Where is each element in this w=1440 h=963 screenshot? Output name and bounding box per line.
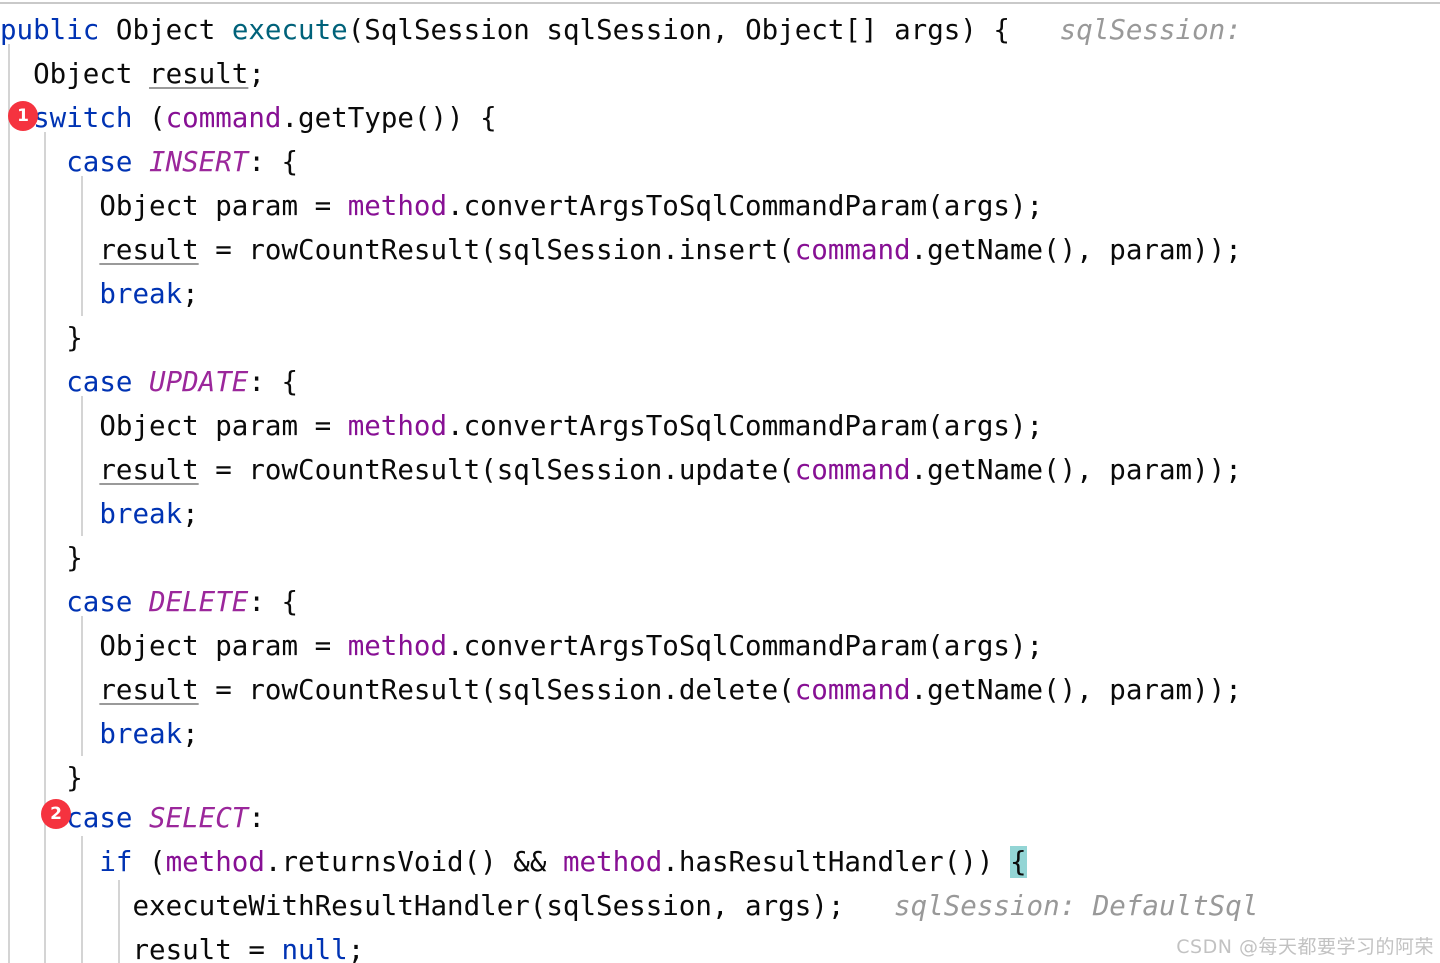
code-token: result xyxy=(149,58,249,90)
code-line[interactable]: switch (command.getType()) { xyxy=(0,96,497,140)
code-token: Object param = xyxy=(0,410,348,442)
code-token: : xyxy=(248,802,265,834)
code-token: null xyxy=(281,934,348,963)
code-token: DELETE xyxy=(149,586,249,618)
code-token: .convertArgsToSqlCommandParam(args); xyxy=(447,410,1044,442)
code-token: break xyxy=(0,718,183,750)
annotation-badge-1: 1 xyxy=(8,101,38,131)
code-line[interactable]: case UPDATE: { xyxy=(0,360,298,404)
code-line[interactable]: Object result; xyxy=(0,52,265,96)
code-token: result xyxy=(132,934,232,963)
code-token: public xyxy=(0,14,116,46)
code-token: case xyxy=(0,586,150,618)
code-token: = rowCountResult(sqlSession.delete( xyxy=(198,674,795,706)
code-line[interactable]: break; xyxy=(0,712,199,756)
code-token: INSERT xyxy=(149,146,249,178)
csdn-watermark: CSDN @每天都要学习的阿荣 xyxy=(1176,936,1434,958)
code-line[interactable]: public Object execute(SqlSession sqlSess… xyxy=(0,8,1242,52)
code-token: sqlSession: xyxy=(1009,14,1242,46)
code-token: ; xyxy=(182,498,199,530)
code-token: case xyxy=(0,146,150,178)
code-token: : { xyxy=(248,366,299,398)
code-token: : { xyxy=(248,586,299,618)
code-line[interactable]: case SELECT: xyxy=(0,796,265,840)
code-token: execute xyxy=(231,14,348,46)
code-line[interactable]: executeWithResultHandler(sqlSession, arg… xyxy=(0,884,1258,928)
code-token: Object xyxy=(0,58,150,90)
code-token: method xyxy=(562,846,663,878)
code-token: .returnsVoid() && xyxy=(264,846,563,878)
code-token: = xyxy=(231,934,282,963)
code-line[interactable]: Object param = method.convertArgsToSqlCo… xyxy=(0,624,1043,668)
code-token: .convertArgsToSqlCommandParam(args); xyxy=(447,630,1044,662)
code-token: (SqlSession sqlSession, Object[] args) { xyxy=(347,14,1010,46)
code-token: = rowCountResult(sqlSession.update( xyxy=(198,454,795,486)
code-token: ( xyxy=(132,846,166,878)
code-token: case xyxy=(0,802,150,834)
code-token: ( xyxy=(132,102,166,134)
code-token: result xyxy=(99,454,199,486)
code-editor-screenshot: public Object execute(SqlSession sqlSess… xyxy=(0,0,1440,963)
code-token: case xyxy=(0,366,150,398)
code-token: = rowCountResult(sqlSession.insert( xyxy=(198,234,795,266)
code-line[interactable]: if (method.returnsVoid() && method.hasRe… xyxy=(0,840,1027,884)
code-token: sqlSession: DefaultSql xyxy=(844,890,1259,922)
code-token: Object xyxy=(115,14,232,46)
code-token: .getName(), param)); xyxy=(910,674,1242,706)
code-line[interactable]: } xyxy=(0,316,83,360)
code-token: ; xyxy=(182,278,199,310)
code-token: method xyxy=(165,846,265,878)
code-token: .getName(), param)); xyxy=(910,454,1242,486)
code-token: result xyxy=(99,674,199,706)
code-token: Object param = xyxy=(0,190,348,222)
code-line[interactable]: result = rowCountResult(sqlSession.inser… xyxy=(0,228,1242,272)
code-token: ; xyxy=(248,58,265,90)
code-token: { xyxy=(1009,846,1027,878)
code-token: result xyxy=(99,234,199,266)
code-line[interactable]: Object param = method.convertArgsToSqlCo… xyxy=(0,404,1043,448)
code-line[interactable]: break; xyxy=(0,272,199,316)
code-token: command xyxy=(794,674,911,706)
code-line[interactable]: result = rowCountResult(sqlSession.delet… xyxy=(0,668,1242,712)
code-token: command xyxy=(794,454,911,486)
code-token: command xyxy=(794,234,911,266)
code-line[interactable]: Object param = method.convertArgsToSqlCo… xyxy=(0,184,1043,228)
code-token: method xyxy=(347,410,448,442)
annotation-badge-2: 2 xyxy=(41,799,71,829)
code-line[interactable]: case INSERT: { xyxy=(0,140,298,184)
code-line[interactable]: result = rowCountResult(sqlSession.updat… xyxy=(0,448,1242,492)
code-token: } xyxy=(0,322,83,354)
code-line[interactable]: } xyxy=(0,756,83,800)
code-token: method xyxy=(347,630,448,662)
code-token: UPDATE xyxy=(149,366,249,398)
code-token: executeWithResultHandler(sqlSession, arg… xyxy=(0,890,845,922)
code-token: : { xyxy=(248,146,299,178)
code-line[interactable]: case DELETE: { xyxy=(0,580,298,624)
code-line[interactable]: } xyxy=(0,536,83,580)
code-text-layer[interactable]: public Object execute(SqlSession sqlSess… xyxy=(0,0,1440,963)
code-token: Object param = xyxy=(0,630,348,662)
code-token: ; xyxy=(182,718,199,750)
code-token: .getType()) { xyxy=(281,102,497,134)
code-token: break xyxy=(0,498,183,530)
code-line[interactable]: result = null; xyxy=(0,928,364,963)
code-token: } xyxy=(0,762,83,794)
code-token: } xyxy=(0,542,83,574)
code-token: .hasResultHandler()) xyxy=(662,846,1010,878)
code-line[interactable]: break; xyxy=(0,492,199,536)
code-token: .convertArgsToSqlCommandParam(args); xyxy=(447,190,1044,222)
code-token: command xyxy=(165,102,282,134)
code-token: ; xyxy=(347,934,365,963)
code-token: break xyxy=(0,278,183,310)
code-token: .getName(), param)); xyxy=(910,234,1242,266)
code-token: SELECT xyxy=(149,802,249,834)
code-token: method xyxy=(347,190,448,222)
code-token: if xyxy=(0,846,133,878)
